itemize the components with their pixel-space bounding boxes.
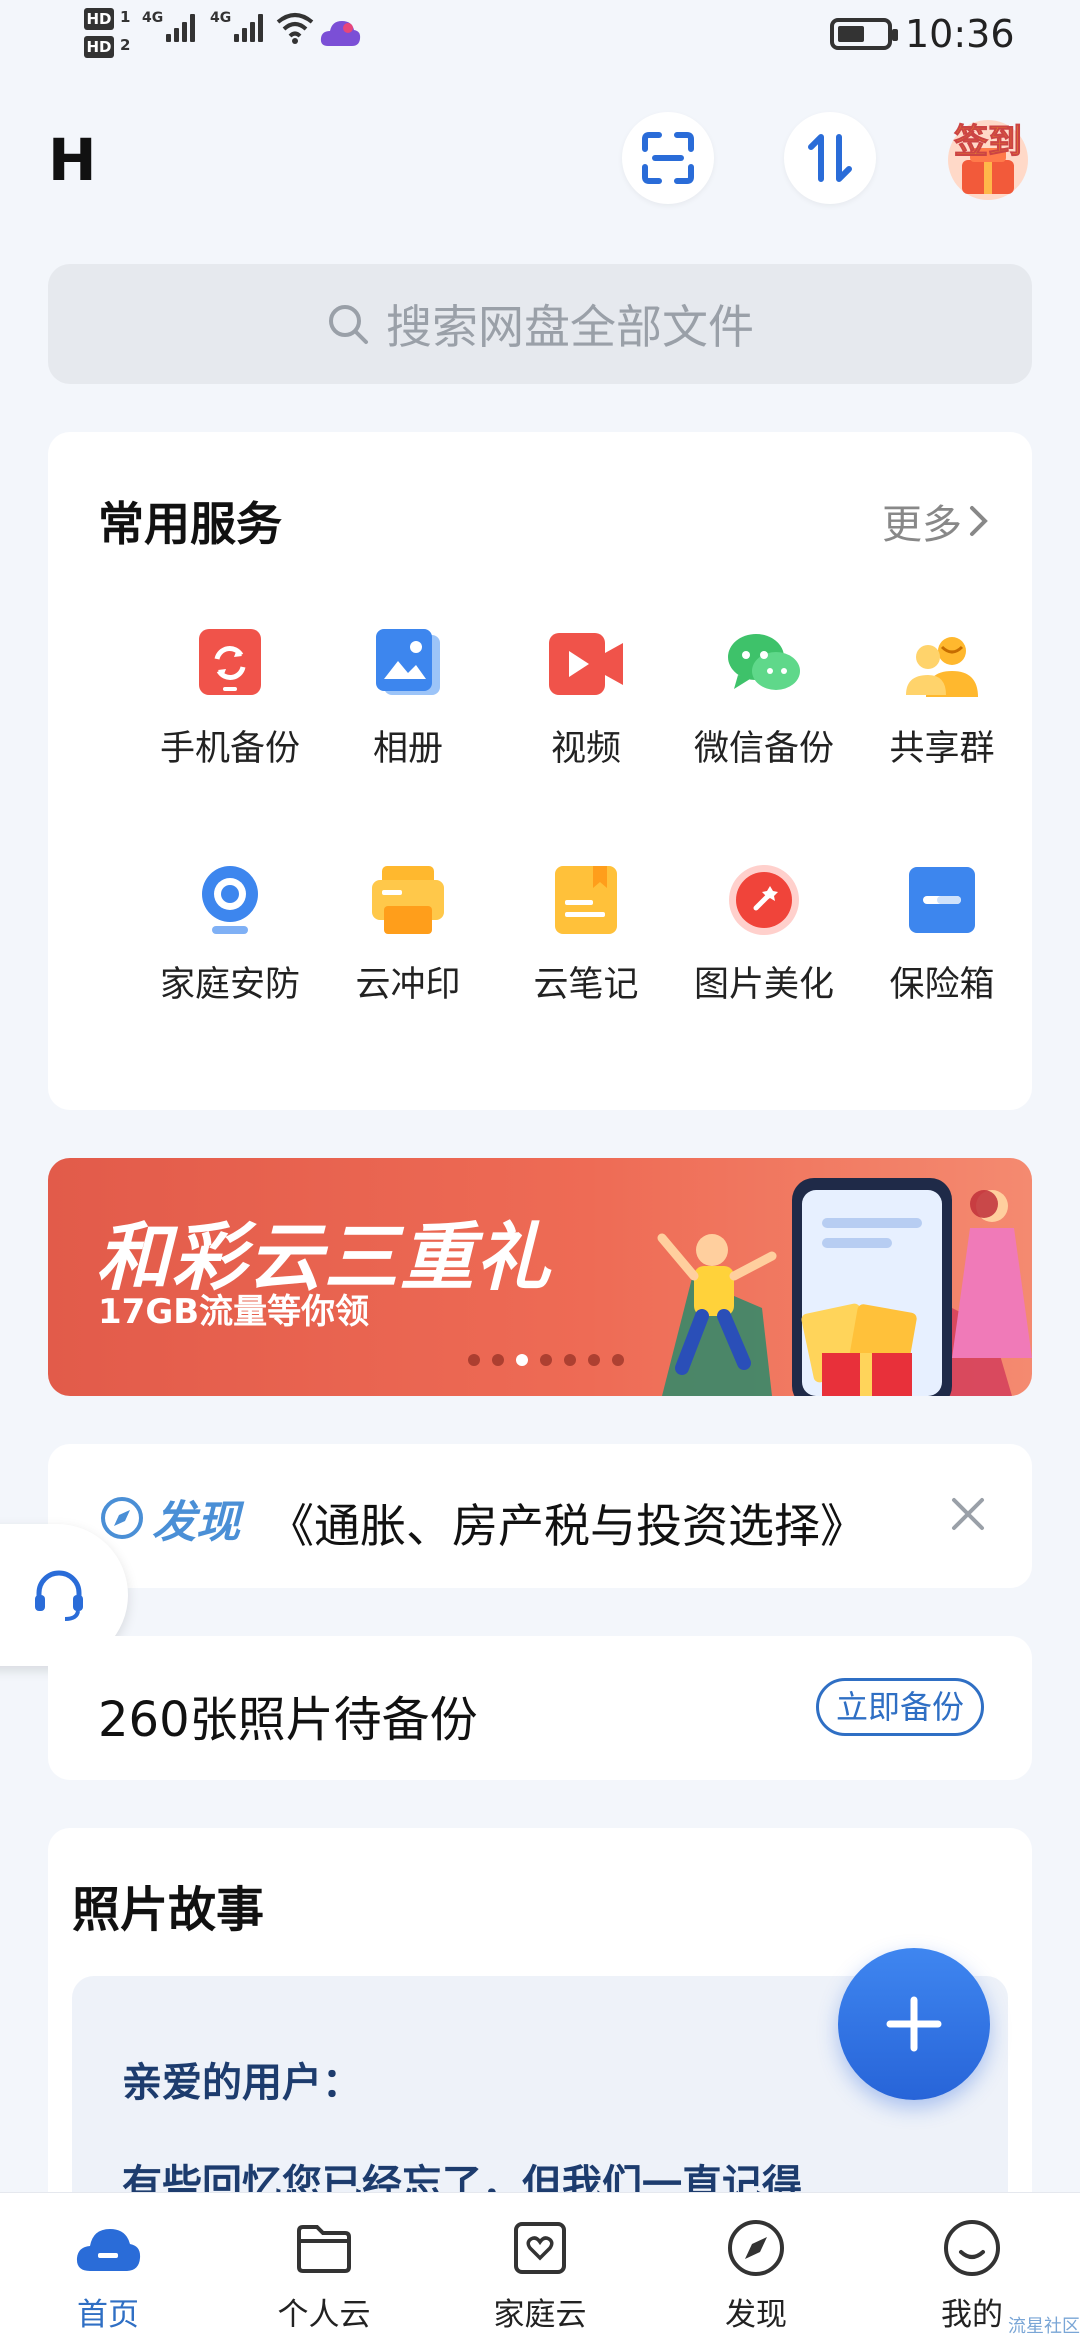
service-label: 家庭安防 — [159, 965, 300, 1005]
story-greeting: 亲爱的用户： — [122, 2060, 362, 2106]
discover-tag-label: 发现 — [152, 1497, 240, 1548]
wifi-icon — [276, 13, 314, 44]
service-label: 微信备份 — [693, 729, 834, 769]
chevron-right-icon — [970, 506, 988, 536]
services-title: 常用服务 — [98, 497, 282, 551]
search-input[interactable]: 搜索网盘全部文件 — [48, 264, 1032, 384]
pagination-dot — [468, 1354, 480, 1366]
share-group-icon — [906, 637, 978, 697]
cloud-note-icon — [555, 866, 617, 934]
sim1-hd-badge: HD — [84, 8, 114, 30]
service-cloud-note[interactable]: 云笔记 — [498, 862, 674, 1007]
service-label: 云笔记 — [533, 965, 639, 1005]
checkin-label: 签到 — [954, 122, 1023, 163]
sim2-number: 2 — [120, 36, 131, 54]
more-label: 更多 — [882, 502, 962, 548]
nav-discover[interactable]: 发现 — [656, 2213, 856, 2334]
plus-icon — [886, 1996, 942, 2052]
family-heart-icon — [514, 2222, 566, 2274]
nav-label: 发现 — [725, 2297, 787, 2333]
add-button[interactable] — [838, 1948, 990, 2100]
signal-bars-2-icon — [234, 10, 263, 42]
service-safe-box[interactable]: 保险箱 — [854, 862, 1030, 1007]
album-icon — [376, 629, 440, 695]
sim-indicators: HD 1 HD 2 — [84, 8, 130, 64]
service-label: 保险箱 — [889, 965, 995, 1005]
service-home-security[interactable]: 家庭安防 — [142, 862, 318, 1007]
cloud-notification-icon — [320, 21, 361, 46]
status-time: 10:36 — [905, 12, 1015, 56]
search-placeholder: 搜索网盘全部文件 — [386, 300, 754, 354]
pagination-dot — [612, 1354, 624, 1366]
banner-pagination — [468, 1354, 624, 1366]
battery-icon — [830, 18, 898, 50]
service-phone-backup[interactable]: 手机备份 — [142, 626, 318, 771]
smile-icon — [944, 2220, 1000, 2276]
service-label: 视频 — [550, 729, 621, 769]
transfer-arrows-icon — [808, 134, 852, 182]
service-photo-beautify[interactable]: 图片美化 — [676, 862, 852, 1007]
service-label: 共享群 — [889, 729, 995, 769]
pagination-dot — [564, 1354, 576, 1366]
service-wechat-backup[interactable]: 微信备份 — [676, 626, 852, 771]
close-icon[interactable] — [950, 1496, 986, 1532]
nav-label: 个人云 — [277, 2297, 371, 2333]
signal-bars-1-icon — [166, 10, 195, 42]
sim2-hd-badge: HD — [84, 36, 114, 58]
pagination-dot-active — [516, 1354, 528, 1366]
search-icon — [329, 305, 368, 344]
scan-button[interactable] — [622, 112, 714, 204]
banner-illustration — [657, 1178, 1032, 1396]
pending-backup-text: 260张照片待备份 — [98, 1692, 478, 1748]
nav-family-cloud[interactable]: 家庭云 — [440, 2213, 640, 2334]
backup-now-button[interactable]: 立即备份 — [816, 1678, 984, 1736]
nav-personal-cloud[interactable]: 个人云 — [224, 2213, 424, 2334]
service-cloud-print[interactable]: 云冲印 — [320, 862, 496, 1007]
discover-tag: 发现 — [100, 1486, 240, 1550]
service-album[interactable]: 相册 — [320, 626, 496, 771]
common-services-card: 常用服务 更多 手机备份 相册 视频 微信备份 共享群 家庭安防 云冲印 云笔记… — [48, 432, 1032, 1110]
pagination-dot — [588, 1354, 600, 1366]
nav-label: 首页 — [77, 2297, 139, 2333]
bottom-navigation: 首页 个人云 家庭云 发现 我的 流星社区 — [0, 2192, 1080, 2340]
service-label: 图片美化 — [693, 965, 834, 1005]
cloud-print-icon — [372, 866, 444, 934]
promo-banner[interactable]: 和彩云三重礼 17GB流量等你领 — [48, 1158, 1032, 1396]
pagination-dot — [492, 1354, 504, 1366]
photo-story-title: 照片故事 — [72, 1882, 265, 1938]
compass-icon — [101, 1497, 143, 1539]
service-share-group[interactable]: 共享群 — [854, 626, 1030, 771]
services-more-link[interactable]: 更多 — [882, 492, 990, 550]
service-label: 相册 — [372, 729, 443, 769]
network-type-1: 4G — [142, 10, 164, 26]
service-label: 手机备份 — [159, 729, 300, 769]
status-bar: HD 1 HD 2 4G 4G 10:36 — [0, 0, 1080, 80]
pending-backup-card: 260张照片待备份 立即备份 — [48, 1636, 1032, 1780]
transfer-button[interactable] — [784, 112, 876, 204]
user-initial[interactable]: H — [48, 126, 97, 194]
service-video[interactable]: 视频 — [498, 626, 674, 771]
scan-icon — [642, 132, 694, 184]
discover-article-title: 《通胀、房产税与投资选择》 — [268, 1499, 866, 1553]
folder-icon — [297, 2225, 351, 2273]
network-type-2: 4G — [210, 10, 232, 26]
sim1-number: 1 — [120, 8, 131, 26]
nav-home[interactable]: 首页 — [8, 2213, 208, 2334]
cloud-home-icon — [76, 2229, 141, 2271]
service-label: 云冲印 — [355, 965, 461, 1005]
watermark: 流星社区 — [1008, 2316, 1080, 2337]
discover-card[interactable]: 发现 《通胀、房产税与投资选择》 — [48, 1444, 1032, 1588]
safe-box-icon — [909, 867, 975, 933]
headset-icon — [35, 1570, 83, 1621]
phone-backup-icon — [199, 629, 261, 695]
nav-label: 家庭云 — [493, 2297, 587, 2333]
banner-subtitle: 17GB流量等你领 — [98, 1292, 370, 1332]
compass-icon — [728, 2220, 784, 2276]
wechat-icon — [728, 634, 800, 690]
checkin-button[interactable]: 签到 — [940, 108, 1036, 204]
video-icon — [549, 633, 623, 695]
pagination-dot — [540, 1354, 552, 1366]
photo-beautify-icon — [729, 865, 799, 935]
home-camera-icon — [202, 866, 258, 934]
